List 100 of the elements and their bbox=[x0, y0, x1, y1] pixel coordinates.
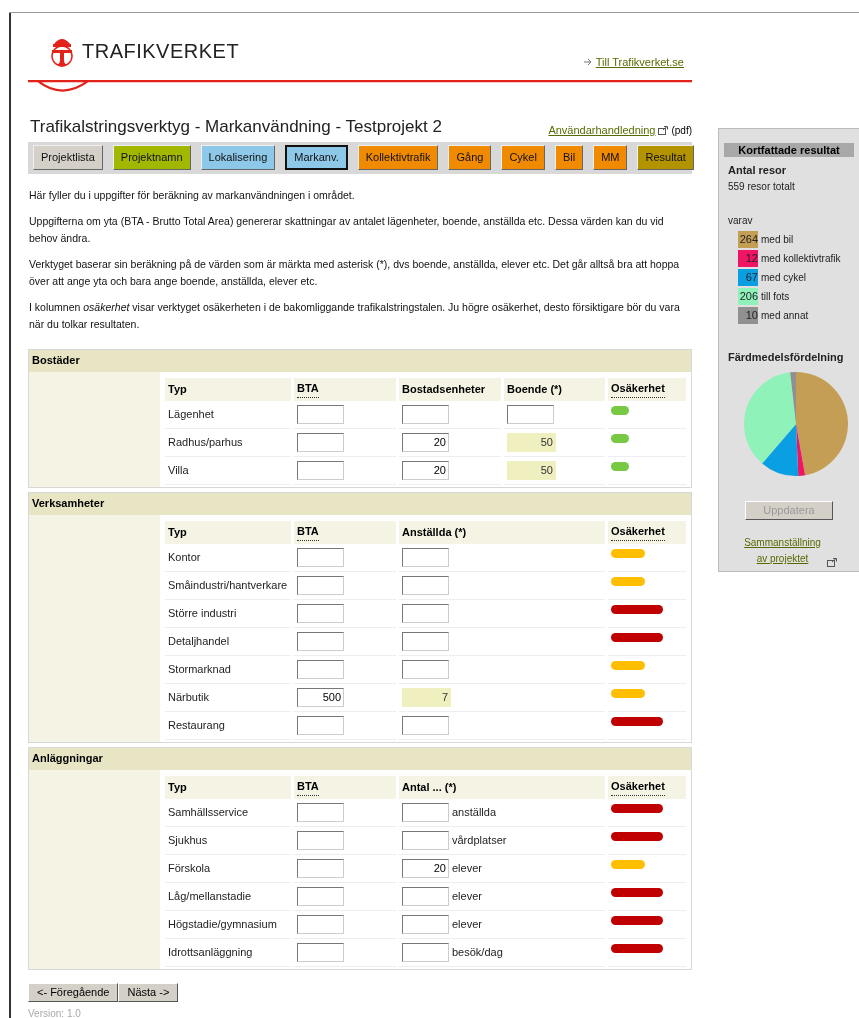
file-type-label: (pdf) bbox=[671, 123, 692, 138]
input-field[interactable] bbox=[297, 886, 344, 906]
manual-link[interactable]: Användarhandledning bbox=[548, 122, 656, 139]
input-field[interactable] bbox=[297, 547, 344, 567]
input-field[interactable] bbox=[402, 575, 449, 595]
page-title: Trafikalstringsverktyg - Markanvändning - Testprojekt 2 bbox=[30, 116, 442, 138]
nav-tab[interactable]: Projektlista bbox=[33, 145, 103, 170]
nav-tab[interactable]: Projektnamn bbox=[112, 145, 191, 170]
uncertainty-indicator bbox=[611, 632, 663, 642]
table-cell-text: Låg/mellanstadie bbox=[168, 888, 252, 904]
input-field[interactable] bbox=[402, 547, 449, 567]
uncertainty-indicator bbox=[611, 604, 663, 614]
count-badge: 67 bbox=[738, 268, 758, 286]
nav-button[interactable]: Nästa -> bbox=[118, 982, 179, 1002]
input-field[interactable]: 20 bbox=[402, 432, 449, 452]
nav-tab[interactable]: MM bbox=[593, 145, 628, 170]
column-label: Osäkerhet bbox=[611, 778, 665, 796]
table-cell-text: Idrottsanläggning bbox=[168, 944, 253, 960]
nav-button[interactable]: <- Föregående bbox=[28, 982, 119, 1002]
nav-tab[interactable]: Kollektivtrafik bbox=[357, 145, 439, 170]
uncertainty-indicator bbox=[611, 688, 645, 698]
legend-label: till fots bbox=[761, 289, 790, 304]
section-title: Anläggningar bbox=[32, 751, 103, 767]
table-cell-text: Stormarknad bbox=[168, 661, 231, 677]
section-title: Verksamheter bbox=[32, 496, 105, 512]
site-link[interactable]: Till Trafikverket.se bbox=[595, 53, 684, 70]
count-badge: 12 bbox=[738, 249, 758, 267]
unit-label: anställda bbox=[452, 804, 497, 820]
uncertainty-indicator bbox=[611, 859, 645, 869]
table-cell-text: Detaljhandel bbox=[168, 633, 230, 649]
unit-label: besök/dag bbox=[452, 944, 503, 960]
computed-value: 50 bbox=[507, 432, 556, 452]
nav-tab[interactable]: Markanv. bbox=[285, 145, 348, 170]
input-field[interactable] bbox=[402, 631, 449, 651]
column-label: Typ bbox=[168, 524, 187, 540]
results-heading: Antal resor bbox=[728, 163, 788, 178]
arrow-icon bbox=[583, 57, 592, 66]
nav-tab[interactable]: Bil bbox=[554, 145, 584, 170]
nav-tab[interactable]: Resultat bbox=[637, 145, 694, 170]
uncertainty-indicator bbox=[611, 887, 663, 897]
input-field[interactable] bbox=[297, 432, 344, 452]
nav-tab[interactable]: Gång bbox=[448, 145, 492, 170]
nav-tab[interactable]: Lokalisering bbox=[200, 145, 276, 170]
table-cell-text: Samhällsservice bbox=[168, 804, 249, 820]
input-field[interactable] bbox=[297, 942, 344, 962]
input-field[interactable] bbox=[297, 575, 344, 595]
external-link-icon bbox=[826, 558, 837, 567]
input-field[interactable] bbox=[297, 914, 344, 934]
external-link-icon bbox=[658, 125, 669, 135]
input-field[interactable] bbox=[297, 404, 344, 424]
uncertainty-indicator bbox=[611, 433, 629, 443]
nav-tab[interactable]: Cykel bbox=[501, 145, 545, 170]
uncertainty-indicator bbox=[611, 716, 663, 726]
input-field[interactable] bbox=[297, 631, 344, 651]
summary-link[interactable]: Sammanställning av projektet bbox=[741, 535, 824, 567]
input-field[interactable] bbox=[402, 802, 449, 822]
input-field[interactable] bbox=[402, 715, 449, 735]
input-field[interactable] bbox=[402, 942, 449, 962]
input-field[interactable] bbox=[297, 715, 344, 735]
unit-label: elever bbox=[452, 888, 482, 904]
input-field[interactable] bbox=[402, 404, 449, 424]
count-badge: 10 bbox=[738, 306, 758, 324]
uncertainty-indicator bbox=[611, 461, 629, 471]
sidebar-title: Kortfattade resultat bbox=[738, 142, 840, 158]
input-field[interactable] bbox=[402, 659, 449, 679]
input-field[interactable] bbox=[402, 830, 449, 850]
column-label: Anställda (*) bbox=[402, 524, 467, 540]
unit-label: vårdplatser bbox=[452, 832, 507, 848]
column-label: BTA bbox=[297, 380, 319, 398]
input-field[interactable] bbox=[297, 659, 344, 679]
input-field[interactable] bbox=[402, 603, 449, 623]
input-field[interactable] bbox=[297, 858, 344, 878]
unit-label: elever bbox=[452, 916, 482, 932]
uncertainty-indicator bbox=[611, 943, 663, 953]
table-cell-text: Småindustri/hantverkare bbox=[168, 577, 288, 593]
breakdown-label: varav bbox=[728, 213, 754, 228]
input-field[interactable] bbox=[402, 914, 449, 934]
table-cell-text: Lägenhet bbox=[168, 406, 214, 422]
count-badge: 206 bbox=[738, 287, 758, 305]
column-label: Bostadsenheter bbox=[402, 381, 486, 397]
uncertainty-indicator bbox=[611, 660, 645, 670]
legend-label: med annat bbox=[761, 308, 809, 323]
input-field[interactable]: 500 bbox=[297, 687, 344, 707]
input-field[interactable] bbox=[297, 830, 344, 850]
legend-label: med cykel bbox=[761, 270, 806, 285]
input-field[interactable] bbox=[297, 802, 344, 822]
uncertainty-indicator bbox=[611, 405, 629, 415]
table-cell-text: Kontor bbox=[168, 549, 201, 565]
total-trips: 559 resor totalt bbox=[728, 179, 796, 194]
table-cell-text: Sjukhus bbox=[168, 832, 208, 848]
column-label: BTA bbox=[297, 523, 319, 541]
table-cell-text: Närbutik bbox=[168, 689, 209, 705]
input-field[interactable] bbox=[507, 404, 554, 424]
input-field[interactable] bbox=[297, 603, 344, 623]
input-field[interactable] bbox=[402, 886, 449, 906]
column-label: Boende (*) bbox=[507, 381, 562, 397]
input-field[interactable]: 20 bbox=[402, 858, 449, 878]
input-field[interactable] bbox=[297, 460, 344, 480]
intro-paragraph: Uppgifterna om yta (BTA - Brutto Total Area) genererar skattningar av antalet lägenheter, boende, anställda etc. Dessa värden kan du vid behov ändra. bbox=[29, 213, 665, 246]
input-field[interactable]: 20 bbox=[402, 460, 449, 480]
